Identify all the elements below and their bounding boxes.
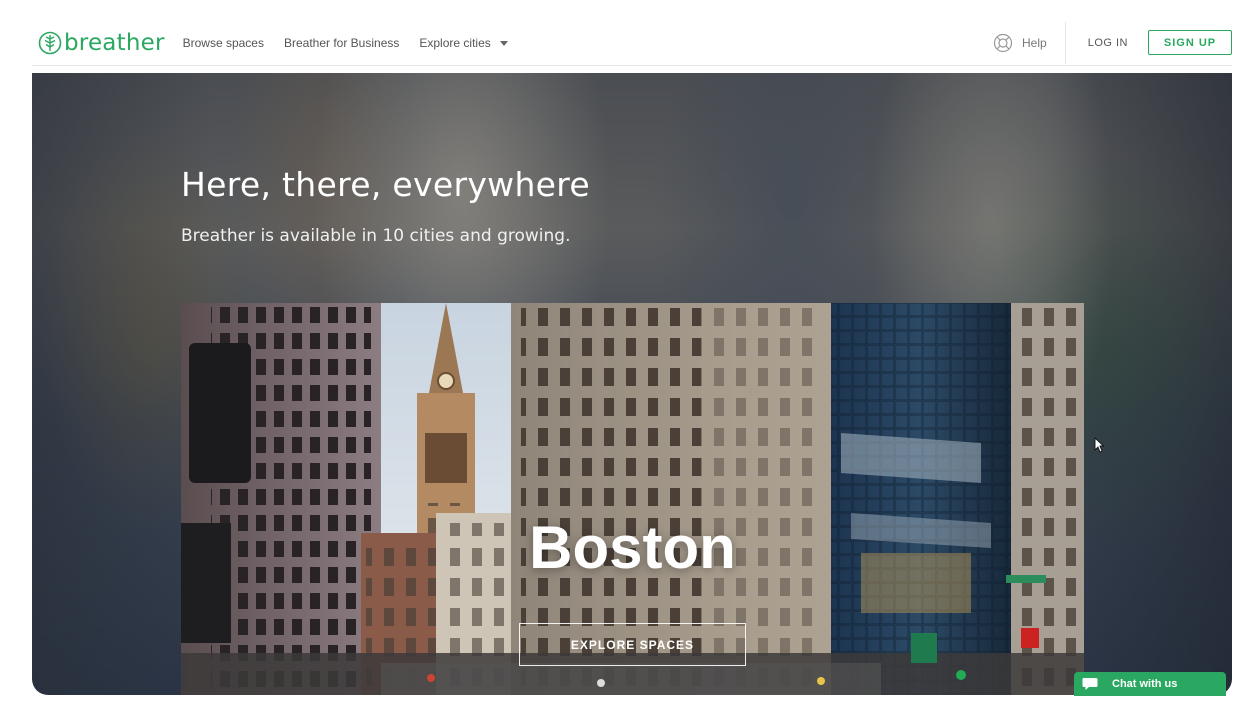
signup-button[interactable]: SIGN UP: [1148, 30, 1232, 55]
city-name: Boston: [529, 514, 736, 581]
nav-breather-for-business[interactable]: Breather for Business: [284, 36, 399, 50]
city-card[interactable]: Boston EXPLORE SPACES: [181, 303, 1084, 695]
nav-explore-cities[interactable]: Explore cities: [419, 35, 508, 50]
leaf-logo-icon: [38, 31, 62, 54]
hero-subtitle: Breather is available in 10 cities and g…: [181, 226, 571, 246]
chat-bubble-icon: [1082, 678, 1098, 690]
chevron-down-icon: [499, 40, 508, 46]
hero-title: Here, there, everywhere: [181, 165, 591, 204]
site-header: breather Browse spaces Breather for Busi…: [32, 20, 1232, 66]
brand-logo[interactable]: breather: [38, 30, 165, 56]
header-divider: [1064, 21, 1066, 64]
help-link[interactable]: Help: [993, 33, 1065, 53]
help-label: Help: [1022, 35, 1047, 50]
nav-browse-spaces[interactable]: Browse spaces: [183, 36, 264, 50]
mouse-cursor-icon: [1094, 437, 1104, 453]
chat-label: Chat with us: [1112, 678, 1178, 690]
login-link[interactable]: LOG IN: [1088, 37, 1128, 49]
brand-name: breather: [64, 29, 165, 56]
nav-explore-cities-label: Explore cities: [419, 35, 491, 50]
hero-section: Here, there, everywhere Breather is avai…: [32, 73, 1232, 695]
explore-spaces-button[interactable]: EXPLORE SPACES: [519, 623, 746, 666]
lifebuoy-icon: [993, 33, 1013, 52]
chat-widget-button[interactable]: Chat with us: [1074, 672, 1226, 696]
